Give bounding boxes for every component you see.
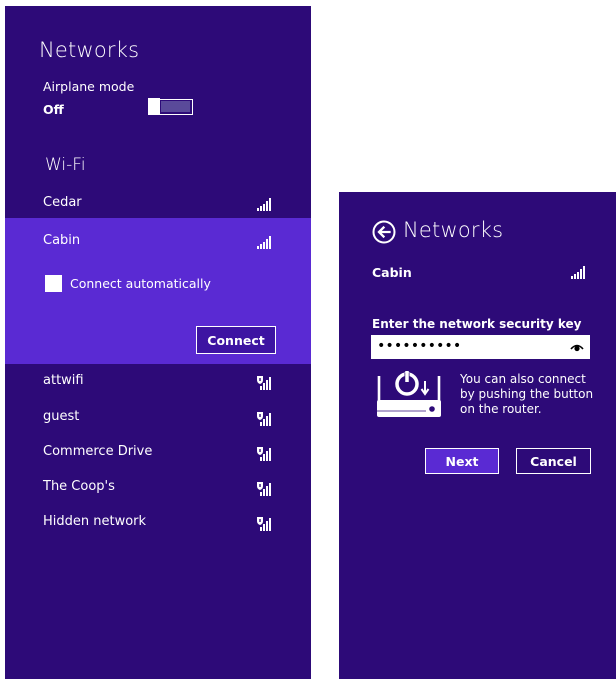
secured-wifi-signal-icon xyxy=(256,516,273,532)
network-key-flyout: Networks Cabin Enter the network securit… xyxy=(339,192,616,679)
network-name: The Coop's xyxy=(43,479,115,494)
reveal-password-icon[interactable] xyxy=(570,341,584,353)
wifi-signal-icon xyxy=(257,235,273,249)
network-item-cedar[interactable]: Cedar xyxy=(5,186,311,221)
network-item-guest[interactable]: guest xyxy=(5,400,311,435)
network-name: attwifi xyxy=(43,373,84,388)
secured-wifi-signal-icon xyxy=(256,411,273,427)
security-key-label: Enter the network security key xyxy=(372,317,582,331)
wifi-signal-icon xyxy=(571,265,587,279)
selected-network-name: Cabin xyxy=(372,265,412,280)
back-arrow-icon[interactable] xyxy=(372,220,396,244)
router-wps-icon xyxy=(372,368,446,422)
airplane-mode-toggle[interactable] xyxy=(148,98,193,115)
toggle-track-fill xyxy=(161,101,190,112)
wps-hint-line: by pushing the button xyxy=(460,387,594,401)
network-item-the-coops[interactable]: The Coop's xyxy=(5,470,311,505)
flyout-title: Networks xyxy=(39,38,140,62)
network-name: Commerce Drive xyxy=(43,444,153,459)
security-key-field[interactable] xyxy=(371,335,590,359)
secured-wifi-signal-icon xyxy=(256,375,273,391)
secured-wifi-signal-icon xyxy=(256,446,273,462)
network-name: Cedar xyxy=(43,195,82,210)
network-name: Hidden network xyxy=(43,514,147,529)
wifi-signal-icon xyxy=(257,197,273,211)
secured-wifi-signal-icon xyxy=(256,481,273,497)
networks-flyout: Networks Airplane mode Off Wi-Fi Cedar C… xyxy=(5,6,311,679)
network-item-commerce-drive[interactable]: Commerce Drive xyxy=(5,435,311,470)
wps-hint-line: on the router. xyxy=(460,402,542,416)
airplane-mode-label: Airplane mode xyxy=(43,79,135,94)
security-key-input[interactable] xyxy=(377,337,557,355)
next-button[interactable]: Next xyxy=(425,448,499,474)
airplane-mode-state: Off xyxy=(43,102,64,117)
cancel-button[interactable]: Cancel xyxy=(516,448,591,474)
toggle-thumb[interactable] xyxy=(148,98,160,115)
network-item-attwifi[interactable]: attwifi xyxy=(5,364,311,399)
network-name: Cabin xyxy=(43,233,81,248)
connect-automatically-label: Connect automatically xyxy=(70,276,211,291)
wps-hint-text: You can also connect by pushing the butt… xyxy=(460,372,593,417)
network-item-cabin-expanded[interactable]: Cabin Connect automatically Connect xyxy=(5,218,311,364)
connect-button[interactable]: Connect xyxy=(196,326,276,354)
network-item-hidden-network[interactable]: Hidden network xyxy=(5,505,311,540)
wifi-heading: Wi-Fi xyxy=(45,155,86,175)
wps-hint-line: You can also connect xyxy=(460,372,586,386)
network-name: guest xyxy=(43,409,80,424)
connect-automatically-checkbox[interactable] xyxy=(45,275,62,292)
flyout-title: Networks xyxy=(403,218,504,242)
